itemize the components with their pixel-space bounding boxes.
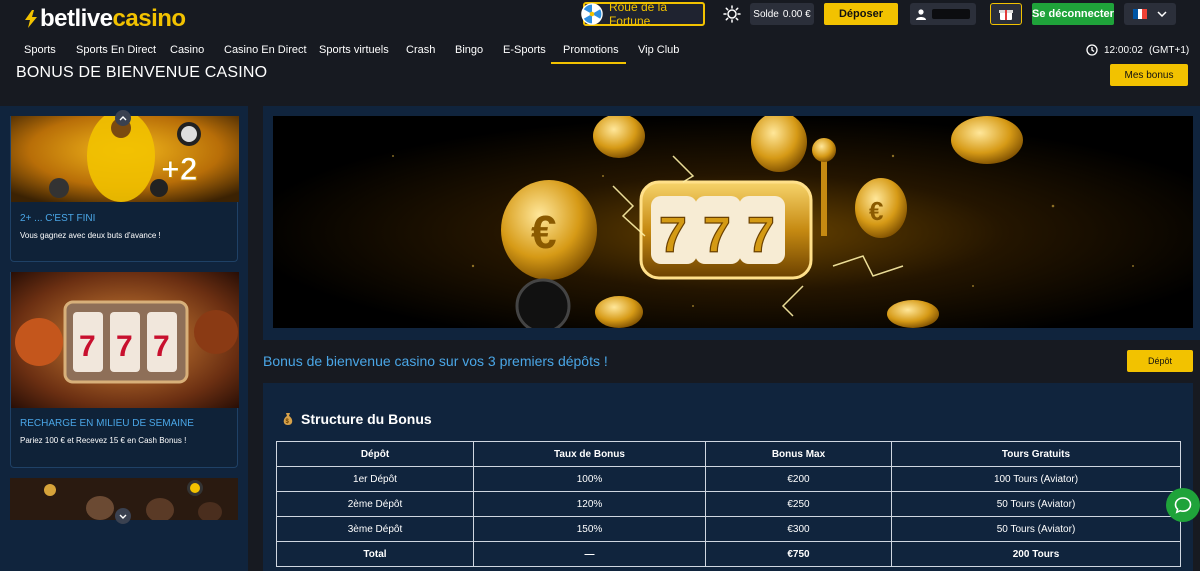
svg-text:7: 7: [703, 207, 731, 263]
table-cell: Total: [276, 541, 474, 567]
wheel-of-fortune-button[interactable]: Roue de la Fortune: [581, 0, 705, 28]
table-cell: 50 Tours (Aviator): [891, 516, 1181, 542]
table-cell: 100%: [473, 466, 706, 492]
svg-text:+2: +2: [161, 151, 197, 187]
clock: 12:00:02 (GMT+1): [1086, 44, 1189, 56]
bonus-structure-heading: $ Structure du Bonus: [281, 411, 432, 427]
promo-card-image: +2: [11, 116, 239, 202]
table-header-row: Dépôt Taux de Bonus Bonus Max Tours Grat…: [276, 441, 1181, 467]
table-cell: €200: [705, 466, 892, 492]
logo-casino-text: casino: [112, 5, 187, 32]
svg-text:7: 7: [153, 330, 170, 363]
live-chat-button[interactable]: [1166, 488, 1200, 522]
table-cell: 200 Tours: [891, 541, 1181, 567]
france-flag-icon: [1133, 9, 1148, 19]
table-cell: €750: [705, 541, 892, 567]
sun-icon[interactable]: [723, 5, 741, 23]
table-cell: 100 Tours (Aviator): [891, 466, 1181, 492]
promo-card-image: 7 7 7: [11, 272, 239, 408]
svg-text:7: 7: [116, 330, 133, 363]
svg-text:7: 7: [747, 207, 775, 263]
table-cell: 2ème Dépôt: [276, 491, 474, 517]
column-header: Tours Gratuits: [891, 441, 1181, 467]
column-header: Dépôt: [276, 441, 474, 467]
nav-virtual-sports[interactable]: Sports virtuels: [319, 44, 389, 56]
logout-button[interactable]: Se déconnecter: [1032, 3, 1114, 25]
banner-panel: € € 7 7 7: [263, 106, 1200, 340]
language-selector[interactable]: [1124, 3, 1176, 25]
promo-card-title: 2+ ... C'EST FINI: [20, 213, 96, 224]
table-row: 2ème Dépôt 120% €250 50 Tours (Aviator): [276, 491, 1181, 517]
clock-timezone: (GMT+1): [1148, 44, 1190, 56]
clock-icon: [1086, 44, 1098, 56]
deposit-button[interactable]: Déposer: [824, 3, 898, 25]
nav-casino[interactable]: Casino: [170, 44, 204, 56]
chat-icon: [1174, 497, 1192, 514]
promo-card-description: Vous gagnez avec deux buts d'avance !: [20, 231, 161, 240]
top-header: betlive casino Roue de la Fortune Solde 0…: [0, 0, 1200, 36]
chevron-down-icon: [119, 514, 127, 519]
nav-bingo[interactable]: Bingo: [455, 44, 483, 56]
table-total-row: Total — €750 200 Tours: [276, 541, 1181, 567]
table-cell: 1er Dépôt: [276, 466, 474, 492]
money-bag-icon: $: [283, 413, 293, 425]
user-account-button[interactable]: [910, 3, 976, 25]
deposit-cta-button[interactable]: Dépôt: [1127, 350, 1193, 372]
svg-text:€: €: [531, 206, 557, 258]
active-tab-indicator: [551, 62, 626, 64]
page-title: BONUS DE BIENVENUE CASINO: [16, 64, 268, 81]
wheel-icon: [581, 3, 603, 25]
bonus-table: Dépôt Taux de Bonus Bonus Max Tours Grat…: [276, 441, 1181, 567]
promo-card[interactable]: +2 2+ ... C'EST FINI Vous gagnez avec de…: [10, 116, 239, 262]
bolt-icon: [25, 10, 37, 28]
promotions-sidebar[interactable]: +2 2+ ... C'EST FINI Vous gagnez avec de…: [0, 106, 248, 571]
chevron-up-icon: [119, 115, 127, 120]
promo-card[interactable]: 7 7 7 RECHARGE EN MILIEU DE SEMAINE Pari…: [10, 272, 239, 468]
user-icon: [916, 8, 926, 20]
promo-card-description: Pariez 100 € et Recevez 15 € en Cash Bon…: [20, 436, 187, 445]
table-cell: —: [473, 541, 706, 567]
nav-vip-club[interactable]: Vip Club: [638, 44, 679, 56]
scroll-up-button[interactable]: [115, 110, 131, 126]
logo-bet-text: betlive: [40, 5, 113, 32]
clock-time: 12:00:02: [1104, 44, 1143, 56]
main-navigation: Sports Sports En Direct Casino Casino En…: [0, 36, 1200, 64]
nav-crash[interactable]: Crash: [406, 44, 435, 56]
my-bonus-button[interactable]: Mes bonus: [1110, 64, 1188, 86]
nav-casino-live[interactable]: Casino En Direct: [224, 44, 307, 56]
column-header: Bonus Max: [705, 441, 892, 467]
nav-sports[interactable]: Sports: [24, 44, 56, 56]
table-row: 1er Dépôt 100% €200 100 Tours (Aviator): [276, 466, 1181, 492]
gift-icon: [999, 10, 1013, 20]
table-cell: 150%: [473, 516, 706, 542]
bonus-structure-title: Structure du Bonus: [301, 411, 432, 427]
table-cell: €250: [705, 491, 892, 517]
balance-display: Solde 0.00 €: [750, 3, 814, 25]
balance-label: Solde: [753, 8, 779, 20]
wheel-of-fortune-label: Roue de la Fortune: [608, 0, 668, 28]
table-row: 3ème Dépôt 150% €300 50 Tours (Aviator): [276, 516, 1181, 542]
table-cell: 50 Tours (Aviator): [891, 491, 1181, 517]
balance-value: 0.00 €: [782, 8, 811, 20]
bonus-structure-panel: $ Structure du Bonus Dépôt Taux de Bonus…: [263, 383, 1193, 571]
svg-text:7: 7: [79, 330, 96, 363]
scroll-down-button[interactable]: [115, 508, 131, 524]
column-header: Taux de Bonus: [473, 441, 706, 467]
table-cell: 3ème Dépôt: [276, 516, 474, 542]
chevron-down-icon: [1157, 11, 1167, 17]
logo[interactable]: betlive casino: [24, 5, 187, 32]
promo-subtitle: Bonus de bienvenue casino sur vos 3 prem…: [263, 353, 608, 369]
table-cell: 120%: [473, 491, 706, 517]
casino-banner-image: € € 7 7 7: [273, 116, 1193, 328]
promo-card-title: RECHARGE EN MILIEU DE SEMAINE: [20, 418, 194, 429]
svg-text:€: €: [869, 196, 883, 226]
svg-text:7: 7: [659, 207, 687, 263]
table-cell: €300: [705, 516, 892, 542]
nav-promotions[interactable]: Promotions: [563, 44, 619, 56]
gift-button[interactable]: [990, 3, 1022, 25]
username-masked: [932, 9, 970, 19]
nav-sports-live[interactable]: Sports En Direct: [76, 44, 156, 56]
nav-esports[interactable]: E-Sports: [503, 44, 546, 56]
